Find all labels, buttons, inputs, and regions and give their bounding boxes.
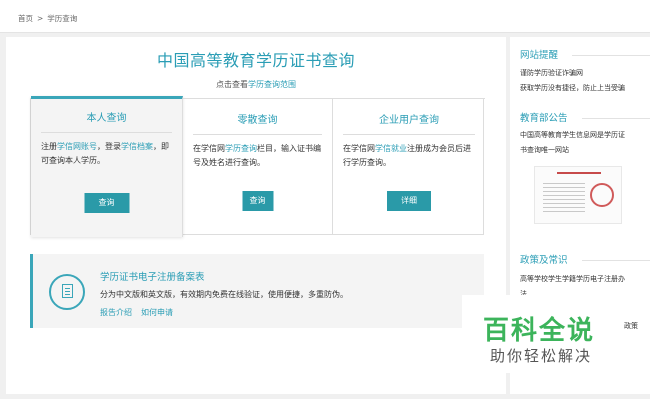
breadcrumb-current: 学历查询 bbox=[47, 14, 78, 23]
policy-cut-text[interactable]: 政策 bbox=[624, 319, 648, 334]
text: ，登录 bbox=[97, 142, 121, 151]
record-title[interactable]: 学历证书电子注册备案表 bbox=[100, 269, 205, 283]
card-divider bbox=[193, 134, 322, 135]
enterprise-details-button[interactable]: 详细 bbox=[387, 191, 431, 211]
xuexin-jobs-link[interactable]: 学信就业 bbox=[375, 144, 407, 153]
watermark-sub: 助你轻松解决 bbox=[490, 347, 593, 365]
card-desc: 在学信网学历查询栏目，输入证书编号及姓名进行查询。 bbox=[193, 142, 322, 170]
register-account-link[interactable]: 学信网账号 bbox=[57, 142, 97, 151]
card-individual-query[interactable]: 零散查询 在学信网学历查询栏目，输入证书编号及姓名进行查询。 查询 bbox=[183, 98, 333, 235]
main-panel: 中国高等教育学历证书查询 点击查看学历查询范围 本人查询 注册学信网账号，登录学… bbox=[6, 37, 506, 394]
sidebar-overflow: 政策 bbox=[616, 37, 650, 394]
text: 在学信网 bbox=[343, 144, 375, 153]
subtitle-text: 点击查看 bbox=[216, 80, 248, 89]
degree-query-link[interactable]: 学历查询 bbox=[225, 144, 257, 153]
watermark-main: 百科全说 bbox=[483, 316, 596, 346]
breadcrumb-home-link[interactable]: 首页 bbox=[18, 14, 33, 23]
record-links: 报告介绍 如何申请 bbox=[100, 307, 182, 318]
self-query-button[interactable]: 查询 bbox=[84, 193, 129, 213]
text: 注册 bbox=[41, 142, 57, 151]
document-icon bbox=[49, 274, 85, 310]
text: 在学信网 bbox=[193, 144, 225, 153]
page-title: 中国高等教育学历证书查询 bbox=[156, 51, 355, 70]
individual-query-button[interactable]: 查询 bbox=[242, 191, 273, 211]
watermark-logo: 百科全说 助你轻松解决 bbox=[462, 295, 616, 373]
card-title: 企业用户查询 bbox=[379, 115, 439, 126]
certificate-image[interactable] bbox=[534, 166, 622, 224]
how-to-apply-link[interactable]: 如何申请 bbox=[141, 308, 173, 317]
card-title: 零散查询 bbox=[237, 115, 278, 126]
card-divider bbox=[41, 132, 172, 133]
card-divider bbox=[343, 134, 475, 135]
report-intro-link[interactable]: 报告介绍 bbox=[100, 308, 132, 317]
card-enterprise-query[interactable]: 企业用户查询 在学信网学信就业注册成为会员后进行学历查询。 详细 bbox=[333, 98, 485, 235]
page-subtitle: 点击查看学历查询范围 bbox=[6, 79, 506, 90]
xuexin-archive-link[interactable]: 学信档案 bbox=[121, 142, 153, 151]
card-desc: 在学信网学信就业注册成为会员后进行学历查询。 bbox=[343, 142, 475, 170]
policy-title: 政策及常识 bbox=[520, 255, 568, 266]
breadcrumb-separator: > bbox=[37, 14, 44, 23]
e-registration-record: 学历证书电子注册备案表 分为中文版和英文版，有效期内免费在线验证，使用便捷，多重… bbox=[30, 254, 484, 328]
notice-title: 网站提醒 bbox=[520, 50, 559, 61]
seal-icon bbox=[590, 183, 614, 207]
query-scope-link[interactable]: 学历查询范围 bbox=[248, 80, 296, 89]
breadcrumb: 首页 > 学历查询 bbox=[0, 0, 650, 33]
announce-title: 教育部公告 bbox=[520, 113, 568, 124]
card-self-query[interactable]: 本人查询 注册学信网账号，登录学信档案，即可查询本人学历。 查询 bbox=[31, 96, 183, 237]
card-desc: 注册学信网账号，登录学信档案，即可查询本人学历。 bbox=[41, 140, 172, 168]
record-desc: 分为中文版和英文版，有效期内免费在线验证，使用便捷，多重防伪。 bbox=[100, 290, 348, 299]
query-cards: 本人查询 注册学信网账号，登录学信档案，即可查询本人学历。 查询 零散查询 在学… bbox=[30, 96, 485, 237]
card-title: 本人查询 bbox=[86, 113, 127, 124]
